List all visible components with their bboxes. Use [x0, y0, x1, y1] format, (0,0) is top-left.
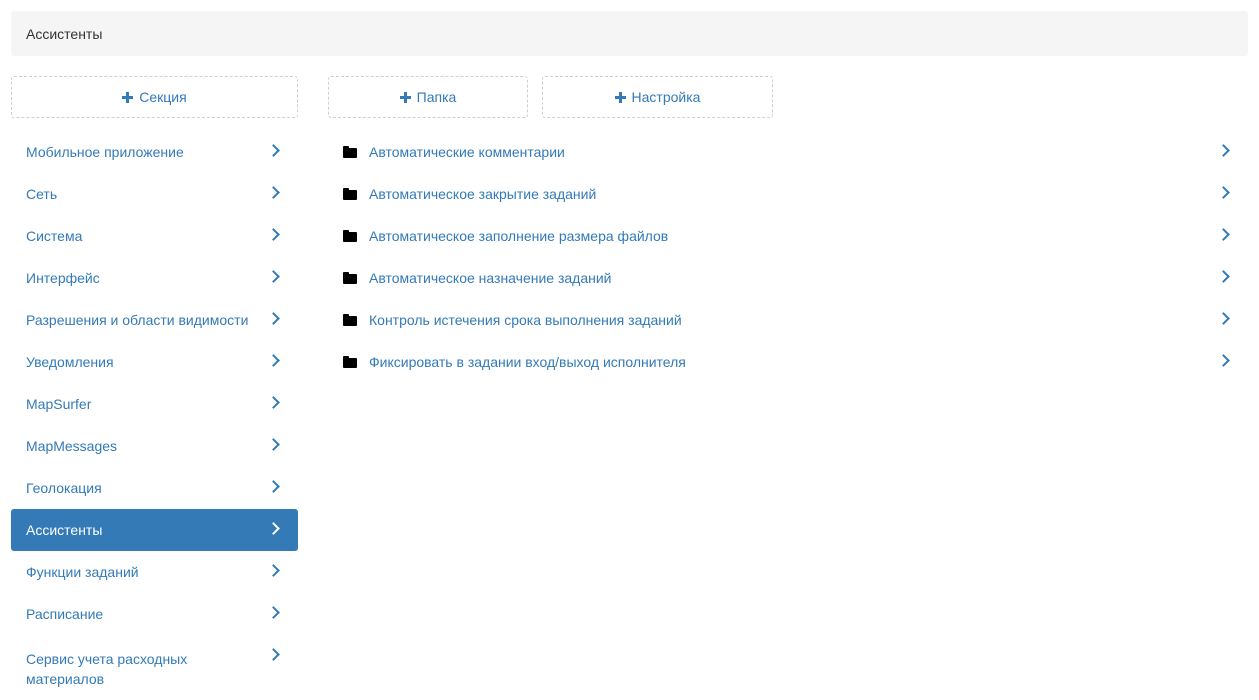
sidebar-item-label: Ассистенты [26, 522, 103, 538]
folder-list: Автоматические комментарии Автоматическо… [328, 131, 1248, 383]
sidebar-item-label: Разрешения и области видимости [26, 312, 249, 328]
folder-item-label: Автоматическое назначение заданий [369, 270, 612, 286]
add-setting-label: Настройка [631, 89, 701, 105]
sidebar-item[interactable]: Мобильное приложение [11, 131, 298, 173]
sidebar-item-label: Интерфейс [26, 270, 100, 286]
sidebar-item[interactable]: Геолокация [11, 467, 298, 509]
sidebar-item-label: MapSurfer [26, 396, 92, 412]
plus-icon [614, 91, 626, 103]
sidebar-item[interactable]: Расписание [11, 593, 298, 635]
chevron-right-icon [267, 480, 280, 493]
sidebar-item[interactable]: MapSurfer [11, 383, 298, 425]
chevron-right-icon [1217, 270, 1230, 283]
chevron-right-icon [267, 312, 280, 325]
chevron-right-icon [267, 564, 280, 577]
folder-item[interactable]: Автоматическое заполнение размера файлов [328, 215, 1248, 257]
folder-item-label: Автоматическое заполнение размера файлов [369, 228, 669, 244]
breadcrumb-title: Ассистенты [26, 25, 103, 42]
add-section-button[interactable]: Секция [11, 76, 298, 118]
chevron-right-icon [1217, 312, 1230, 325]
folder-item-label: Фиксировать в задании вход/выход исполни… [369, 354, 686, 370]
sidebar-item-label: Геолокация [26, 480, 102, 496]
folder-item[interactable]: Фиксировать в задании вход/выход исполни… [328, 341, 1248, 383]
plus-icon [399, 91, 411, 103]
folder-item[interactable]: Автоматическое закрытие заданий [328, 173, 1248, 215]
chevron-right-icon [267, 648, 280, 661]
sidebar: Мобильное приложение Сеть Система Интерф… [11, 131, 298, 697]
chevron-right-icon [1217, 186, 1230, 199]
add-folder-label: Папка [416, 89, 457, 105]
sidebar-item[interactable]: MapMessages [11, 425, 298, 467]
sidebar-item-label: Функции заданий [26, 564, 139, 580]
sidebar-item-label: Расписание [26, 606, 104, 622]
chevron-right-icon [267, 438, 280, 451]
chevron-right-icon [267, 522, 280, 535]
sidebar-item-label: Уведомления [26, 354, 114, 370]
chevron-right-icon [267, 186, 280, 199]
folder-item[interactable]: Автоматическое назначение заданий [328, 257, 1248, 299]
chevron-right-icon [267, 228, 280, 241]
folder-icon [343, 272, 357, 284]
chevron-right-icon [267, 270, 280, 283]
chevron-right-icon [1217, 354, 1230, 367]
sidebar-item[interactable]: Уведомления [11, 341, 298, 383]
add-setting-button[interactable]: Настройка [542, 76, 773, 118]
folder-item-label: Автоматические комментарии [369, 144, 565, 160]
sidebar-item-label: MapMessages [26, 438, 118, 454]
folder-item-label: Автоматическое закрытие заданий [369, 186, 597, 202]
chevron-right-icon [267, 144, 280, 157]
folder-icon [343, 146, 357, 158]
folder-icon [343, 314, 357, 326]
folder-item-label: Контроль истечения срока выполнения зада… [369, 312, 682, 328]
chevron-right-icon [267, 606, 280, 619]
chevron-right-icon [1217, 228, 1230, 241]
sidebar-item[interactable]: Разрешения и области видимости [11, 299, 298, 341]
folder-icon [343, 188, 357, 200]
breadcrumb: Ассистенты [11, 11, 1248, 56]
sidebar-item[interactable]: Функции заданий [11, 551, 298, 593]
chevron-right-icon [1217, 144, 1230, 157]
add-section-label: Секция [139, 89, 187, 105]
folder-item[interactable]: Контроль истечения срока выполнения зада… [328, 299, 1248, 341]
sidebar-item-label: Сеть [26, 186, 58, 202]
chevron-right-icon [267, 354, 280, 367]
sidebar-item[interactable]: Сервис учета расходных материалов [11, 635, 298, 697]
sidebar-item[interactable]: Система [11, 215, 298, 257]
sidebar-item[interactable]: Сеть [11, 173, 298, 215]
sidebar-item-label: Мобильное приложение [26, 144, 184, 160]
plus-icon [122, 91, 134, 103]
folder-icon [343, 230, 357, 242]
folder-item[interactable]: Автоматические комментарии [328, 131, 1248, 173]
sidebar-item[interactable]: Интерфейс [11, 257, 298, 299]
sidebar-item-label: Система [26, 228, 83, 244]
add-folder-button[interactable]: Папка [328, 76, 528, 118]
folder-icon [343, 356, 357, 368]
sidebar-item-label: Сервис учета расходных материалов [26, 651, 188, 687]
sidebar-item-active[interactable]: Ассистенты [11, 509, 298, 551]
chevron-right-icon [267, 396, 280, 409]
